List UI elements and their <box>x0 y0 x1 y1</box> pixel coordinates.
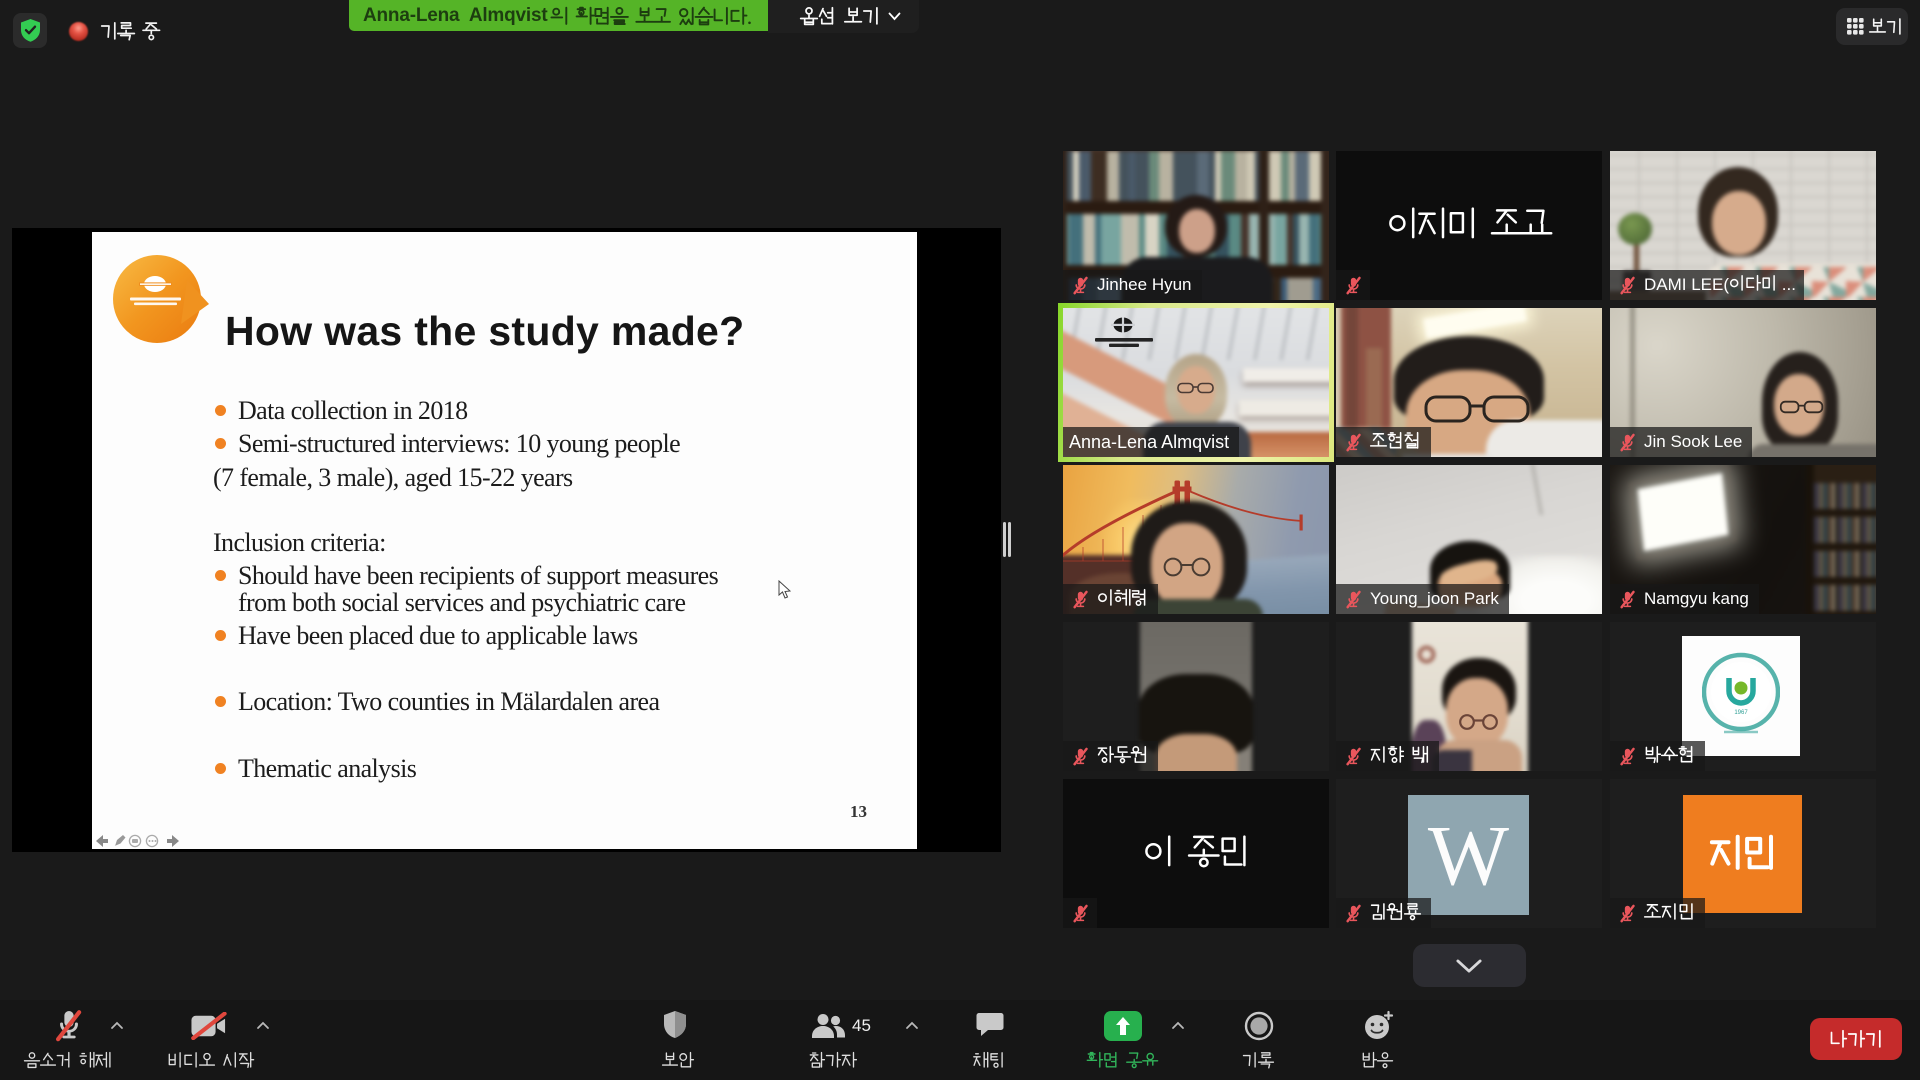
svg-text:1967: 1967 <box>1734 710 1748 716</box>
